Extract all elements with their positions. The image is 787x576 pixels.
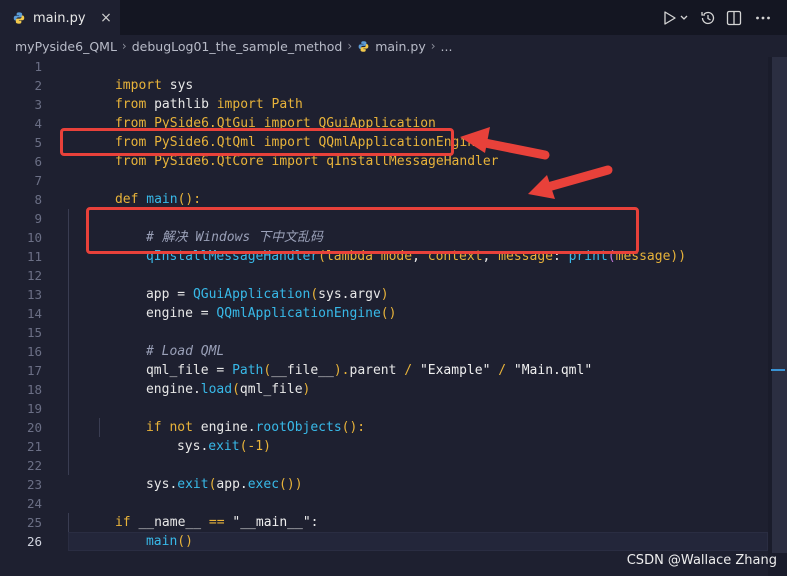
line-number: 16 xyxy=(26,344,42,359)
line-number: 8 xyxy=(34,192,42,207)
code-line-7: def main(): xyxy=(114,192,202,207)
tab-label: main.py xyxy=(33,10,86,26)
watermark: CSDN @Wallace Zhang xyxy=(626,553,777,568)
code-line-12: app = QGuiApplication(sys.argv) xyxy=(145,287,389,302)
python-file-icon xyxy=(358,40,369,52)
indent-guide xyxy=(68,209,69,475)
line-number: 17 xyxy=(26,363,42,378)
line-number: 18 xyxy=(26,382,42,397)
more-actions-icon[interactable] xyxy=(754,9,772,27)
line-number: 25 xyxy=(26,515,42,530)
line-number: 6 xyxy=(34,154,42,169)
breadcrumb: myPyside6_QML › debugLog01_the_sample_me… xyxy=(0,35,787,57)
highlight-box-import xyxy=(60,128,454,156)
code-line-16: qml_file = Path(__file__).parent / "Exam… xyxy=(145,363,593,378)
scrollbar-cursor-marker xyxy=(771,369,785,371)
line-number: 9 xyxy=(34,211,42,226)
line-number: 2 xyxy=(34,78,42,93)
breadcrumb-item[interactable]: ... xyxy=(441,39,453,54)
split-editor-icon[interactable] xyxy=(725,9,743,27)
line-number: 26 xyxy=(26,534,42,549)
line-number: 5 xyxy=(34,135,42,150)
line-number: 21 xyxy=(26,439,42,454)
tab-bar: main.py × xyxy=(0,0,787,35)
code-line-22: sys.exit(app.exec()) xyxy=(145,477,303,492)
line-number: 7 xyxy=(34,173,42,188)
line-number: 10 xyxy=(26,230,42,245)
code-line-20: sys.exit(-1) xyxy=(176,439,271,454)
chevron-right-icon: › xyxy=(347,39,353,53)
history-icon[interactable] xyxy=(699,9,717,27)
code-line-19: if not engine.rootObjects(): xyxy=(145,420,366,435)
chevron-down-icon[interactable] xyxy=(679,9,689,27)
code-line-17: engine.load(qml_file) xyxy=(145,382,311,397)
code-line-3: from PySide6.QtGui import QGuiApplicatio… xyxy=(114,116,436,131)
code-line-2: from pathlib import Path xyxy=(114,97,303,112)
code-line-1: import sys xyxy=(114,78,194,93)
line-number: 24 xyxy=(26,496,42,511)
tab-main-py[interactable]: main.py × xyxy=(0,0,120,35)
code-line-13: engine = QQmlApplicationEngine() xyxy=(145,306,397,321)
line-number: 1 xyxy=(34,59,42,74)
highlight-box-handler xyxy=(86,207,639,254)
breadcrumb-item[interactable]: myPyside6_QML xyxy=(15,39,117,54)
line-number: 12 xyxy=(26,268,42,283)
line-number: 14 xyxy=(26,306,42,321)
run-icon[interactable] xyxy=(661,9,679,27)
breadcrumb-item[interactable]: debugLog01_the_sample_method xyxy=(132,39,343,54)
code-line-25: main() xyxy=(145,534,193,549)
python-file-icon xyxy=(13,12,25,24)
chevron-right-icon: › xyxy=(430,39,436,53)
scrollbar-thumb[interactable] xyxy=(772,57,787,553)
line-number: 4 xyxy=(34,116,42,131)
code-editor[interactable]: 1 2 3 4 5 6 7 8 9 10 11 12 13 14 15 16 17 18 19 20 21 22 23 24 2… xyxy=(0,57,768,576)
breadcrumb-item[interactable]: main.py xyxy=(375,39,426,54)
line-number: 19 xyxy=(26,401,42,416)
line-number: 15 xyxy=(26,325,42,340)
chevron-right-icon: › xyxy=(121,39,127,53)
code-line-15: # Load QML xyxy=(145,344,225,359)
code-line-24: if __name__ == "__main__": xyxy=(114,515,319,530)
line-number: 23 xyxy=(26,477,42,492)
line-number: 20 xyxy=(26,420,42,435)
line-number: 22 xyxy=(26,458,42,473)
line-number-gutter: 1 2 3 4 5 6 7 8 9 10 11 12 13 14 15 16 17 18 19 20 21 22 23 24 2… xyxy=(0,57,50,576)
line-number: 11 xyxy=(26,249,42,264)
close-tab-icon[interactable]: × xyxy=(98,10,114,26)
line-number: 3 xyxy=(34,97,42,112)
line-number: 13 xyxy=(26,287,42,302)
